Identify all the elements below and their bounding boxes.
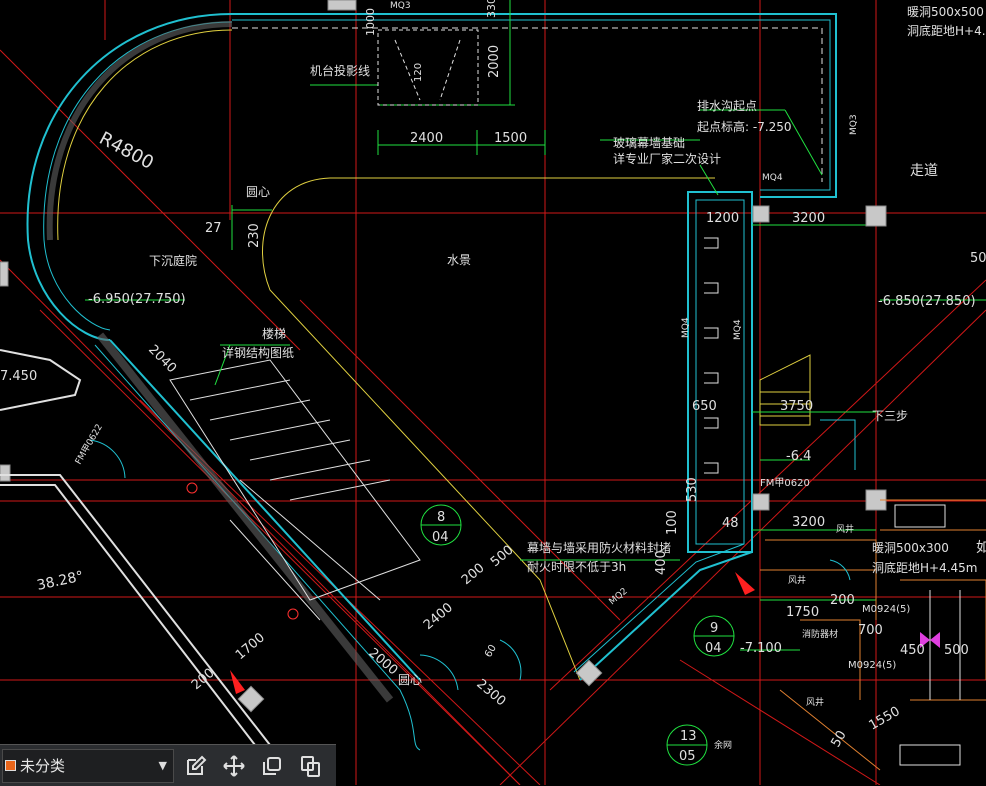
dim-120: 120 [413,63,424,82]
bottom-toolbar: 未分类 ▼ [0,744,336,786]
label-level-left: -6.950(27.750) [88,292,186,307]
label-glass-wall-1: 玻璃幕墙基础 [613,136,685,150]
label-seat: 余网 [714,739,732,751]
label-glass-wall-2: 详专业厂家二次设计 [613,151,721,166]
label-circle-center-1: 圆心 [246,185,270,199]
dim-230: 230 [247,223,262,248]
label-right-edge: 50 [970,251,986,266]
bubble-2-top: 9 [710,621,718,636]
chevron-down-icon: ▼ [158,759,167,772]
dim-100: 100 [665,510,680,535]
label-down-three: 下三步 [872,409,908,423]
label-mq4b: MQ4 [681,317,691,338]
label-drain-1: 排水沟起点 [697,99,757,113]
label-door-m0924b: M0924(5) [848,660,896,671]
dim-2000a: 2000 [487,45,502,78]
label-hole-right-2: 洞底距地H+4.45m [872,560,978,575]
dim-3200a: 3200 [792,211,825,226]
label-curtain-note-1: 幕墙与墙采用防火材料封堵 [527,540,671,555]
dim-3750: 3750 [780,399,813,414]
label-hole-right-1: 暖洞500x300 [872,541,949,555]
label-level-far-left: 7.450 [0,369,37,384]
bubble-1-bot: 04 [432,530,449,545]
label-level-64: -6.4 [786,449,811,464]
dim-200c: 200 [830,593,855,608]
label-mq4a: MQ4 [762,173,783,183]
dim-700: 700 [858,623,883,638]
label-stair: 楼梯 [262,326,286,341]
label-mq4c: MQ4 [733,319,743,340]
dim-2400a: 2400 [410,131,443,146]
label-door-m0924a: M0924(5) [862,604,910,615]
label-fire-door-1: FM甲0620 [760,478,810,489]
move-icon [223,754,245,777]
label-drain-2: 起点标高: -7.250 [697,119,792,134]
layer-name: 未分类 [20,757,66,775]
dim-27: 27 [205,221,222,236]
paste-button[interactable] [294,750,326,782]
dim-500b: 500 [944,643,969,658]
label-machine-line: 机台投影线 [310,63,370,78]
cad-drawing-canvas[interactable]: R4800 机台投影线 圆心 下沉庭院 水景 楼梯 详钢结构图纸 玻璃幕墙基础 … [0,0,986,785]
label-sunken-well: 风井 [788,574,806,586]
label-walkway: 走道 [910,163,938,179]
label-curtain-note-2: 耐火时限不低于3h [527,560,626,574]
label-stair-note: 详钢结构图纸 [222,345,294,360]
dim-3300: 3300 [485,0,498,18]
dim-1500: 1500 [494,131,527,146]
label-hole-top-2: 洞底距地H+4.3 [907,23,986,38]
dim-450: 450 [900,643,925,658]
edit-icon [187,755,207,775]
dim-3200b: 3200 [792,515,825,530]
bubble-3-bot: 05 [679,749,696,764]
dim-1750: 1750 [786,605,819,620]
label-level-right: -6.850(27.850) [878,294,976,309]
label-level-7100: -7.100 [740,641,782,656]
label-store: 消防器材 [802,628,838,640]
edit-button[interactable] [180,750,212,782]
dim-1000: 1000 [364,8,377,36]
layer-color-swatch [5,760,16,771]
label-mq3a: MQ3 [390,1,411,11]
dim-650: 650 [692,399,717,414]
copy-icon [263,756,281,775]
label-hole-top-1: 暖洞500x500 [907,5,984,19]
copy-button[interactable] [256,750,288,782]
layer-dropdown[interactable]: 未分类 ▼ [2,748,174,783]
label-water: 水景 [447,253,471,267]
move-button[interactable] [218,750,250,782]
bubble-1-top: 8 [437,510,445,525]
label-circle-center-2: 圆心 [398,673,422,687]
paste-icon [301,755,320,777]
label-well2: 风井 [806,696,824,708]
label-well3: 风井 [836,523,854,535]
label-sunken-yard: 下沉庭院 [149,253,197,268]
bubble-3-top: 13 [680,729,697,744]
label-mq3b: MQ3 [849,114,859,135]
dim-530: 530 [685,477,700,502]
dim-400: 400 [654,550,669,575]
label-right-cut: 如 [976,540,986,556]
bubble-2-bot: 04 [705,641,722,656]
dim-48: 48 [722,516,739,531]
dim-1200: 1200 [706,211,739,226]
